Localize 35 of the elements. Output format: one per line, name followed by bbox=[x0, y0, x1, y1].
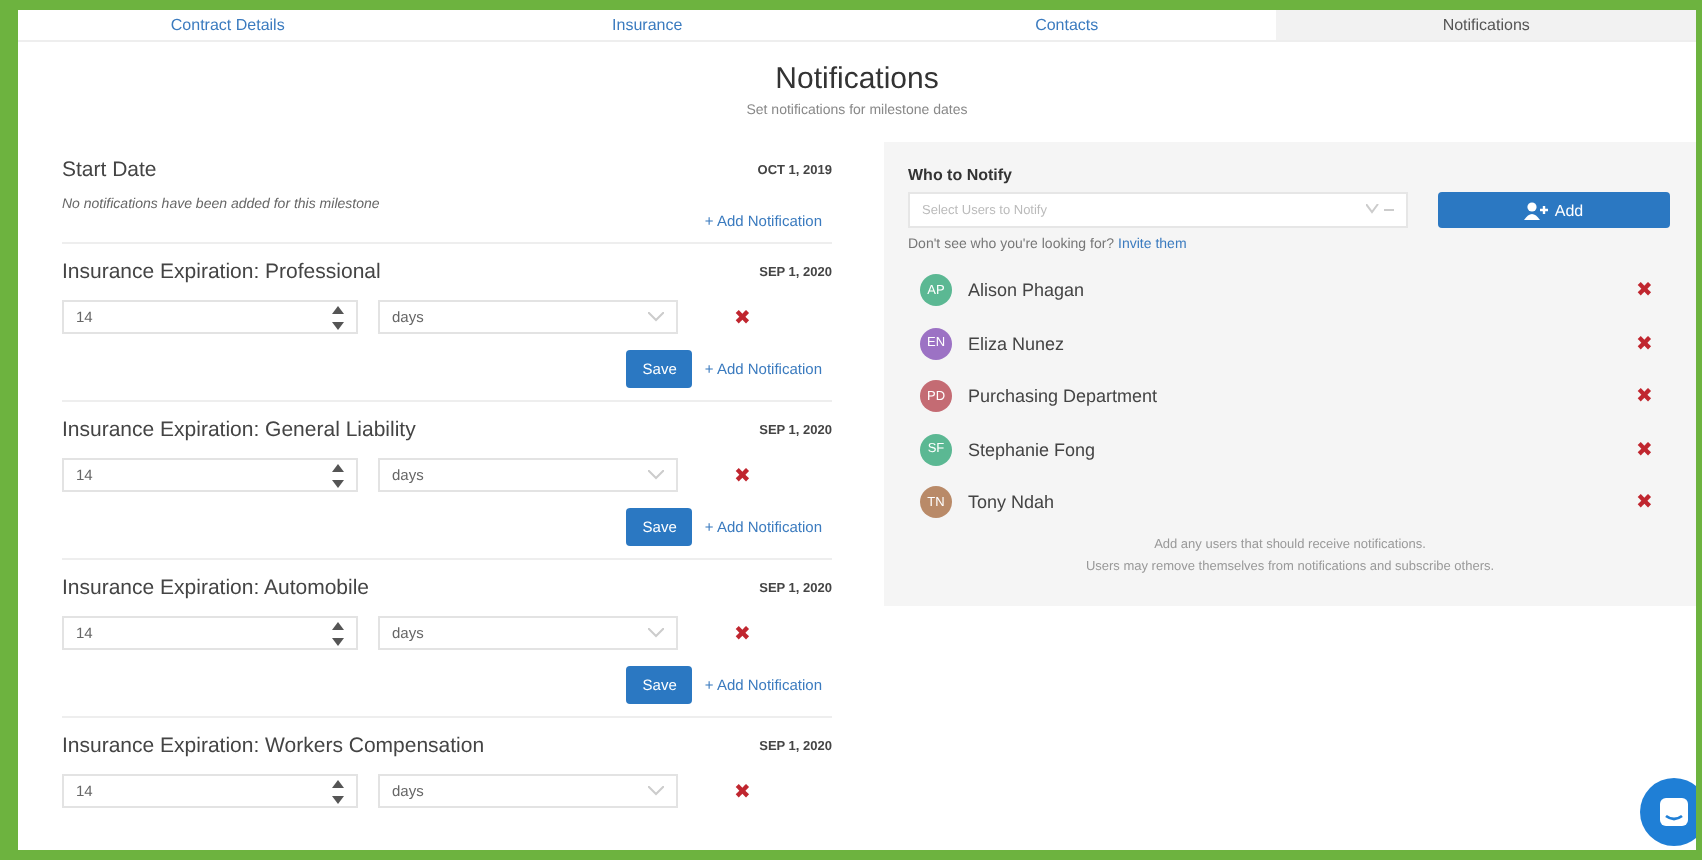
user-name: Purchasing Department bbox=[968, 386, 1160, 407]
remove-button[interactable]: ✖ bbox=[726, 463, 758, 487]
chevron-icon bbox=[1366, 204, 1394, 216]
remove-button[interactable]: ✖ bbox=[1628, 490, 1660, 515]
milestone-title: Insurance Expiration: General Liability bbox=[62, 418, 416, 442]
page-title: Notifications bbox=[773, 62, 941, 96]
remove-button[interactable]: ✖ bbox=[1628, 278, 1660, 303]
spinner-icon[interactable] bbox=[332, 779, 344, 803]
field-label: Who to Notify bbox=[908, 166, 1014, 184]
user-name: Eliza Nunez bbox=[968, 333, 1067, 354]
chat-icon bbox=[1658, 796, 1690, 828]
user-name: Alison Phagan bbox=[968, 280, 1087, 301]
remove-button[interactable]: ✖ bbox=[726, 621, 758, 645]
milestone-title: Start Date bbox=[62, 158, 157, 182]
user-plus-icon bbox=[1524, 201, 1549, 219]
remove-button[interactable]: ✖ bbox=[1628, 331, 1660, 356]
spinner-icon[interactable] bbox=[332, 621, 344, 645]
chevron-icon bbox=[648, 628, 664, 638]
user-name: Tony Ndah bbox=[968, 492, 1057, 513]
spinner-icon[interactable] bbox=[332, 305, 344, 329]
remove-button[interactable]: ✖ bbox=[726, 779, 758, 803]
remove-button[interactable]: ✖ bbox=[1628, 437, 1660, 462]
chevron-icon bbox=[648, 312, 664, 322]
milestone-title: Insurance Expiration: Automobile bbox=[62, 576, 370, 600]
user-name: Stephanie Fong bbox=[968, 439, 1098, 460]
milestone-title: Insurance Expiration: Workers Compensation bbox=[62, 734, 485, 758]
remove-button[interactable]: ✖ bbox=[726, 305, 758, 329]
spinner-icon[interactable] bbox=[332, 463, 344, 487]
chevron-icon bbox=[648, 786, 664, 796]
chat-button[interactable] bbox=[1640, 778, 1696, 846]
milestone-title: Insurance Expiration: Professional bbox=[62, 260, 381, 284]
remove-button[interactable]: ✖ bbox=[1628, 384, 1660, 409]
chevron-icon bbox=[648, 470, 664, 480]
tab[interactable]: Notifications bbox=[1276, 10, 1696, 42]
add-button[interactable]: Add bbox=[1438, 192, 1670, 228]
